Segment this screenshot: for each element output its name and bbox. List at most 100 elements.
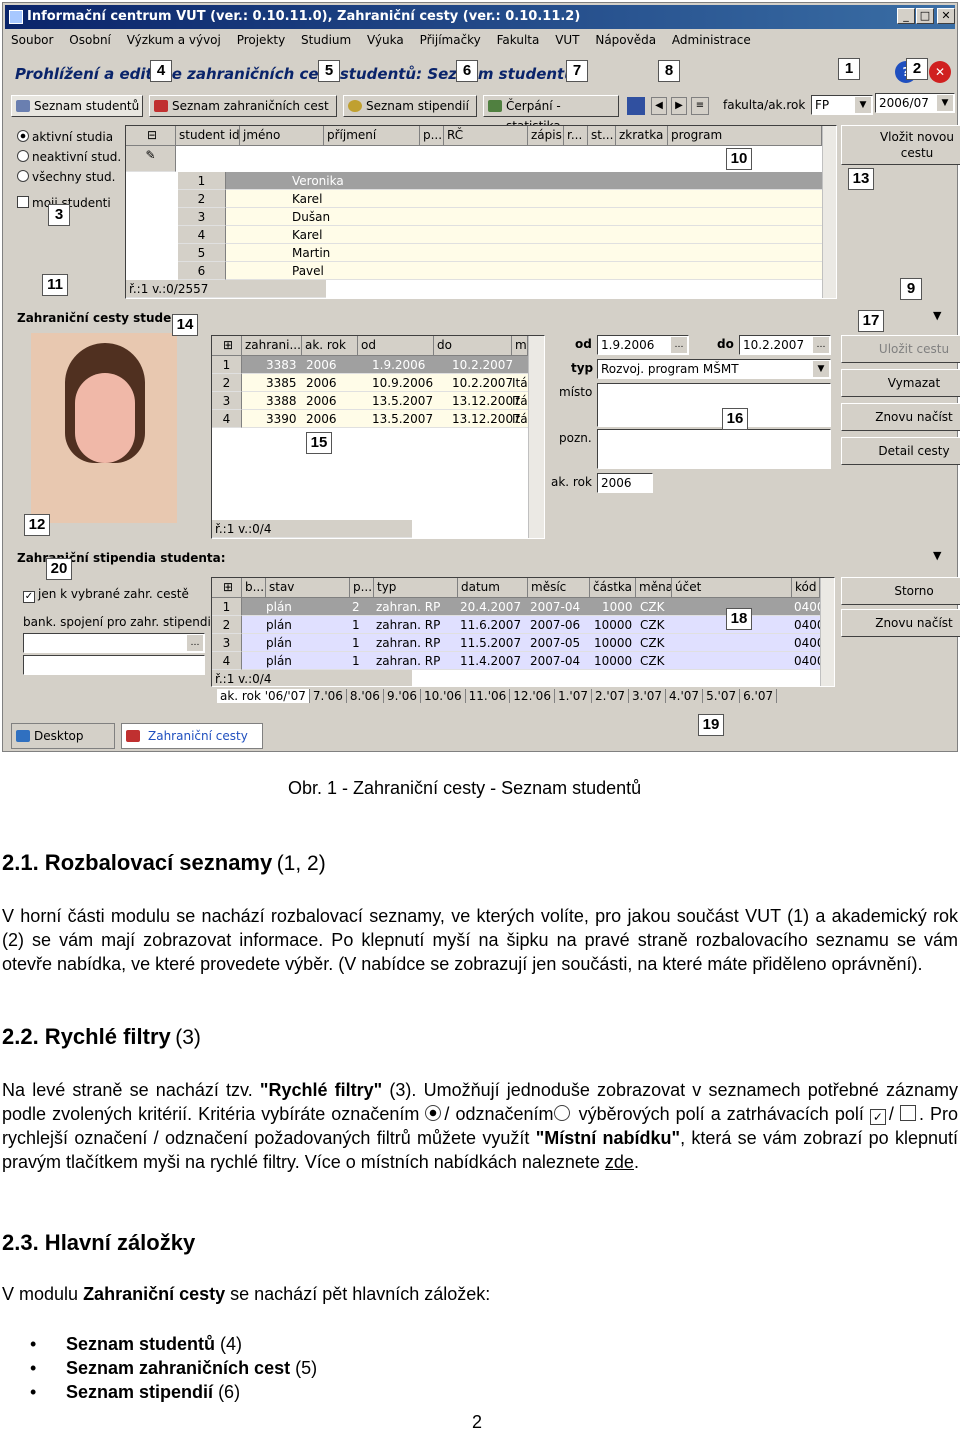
column-header[interactable]: stav	[266, 578, 350, 598]
misto-field[interactable]	[597, 383, 831, 427]
list-icon[interactable]: ≡	[691, 97, 709, 115]
expand-icon[interactable]: ⊞	[212, 336, 242, 356]
menu-item[interactable]: Fakulta	[497, 33, 540, 47]
column-header[interactable]: m	[512, 336, 528, 356]
column-header[interactable]: účet	[672, 578, 792, 598]
menu-item[interactable]: Výzkum a vývoj	[127, 33, 221, 47]
year-select[interactable]: 2006/07 ▼	[875, 93, 955, 113]
maximize-icon[interactable]: □	[916, 8, 934, 24]
row-number[interactable]: 2	[178, 190, 226, 208]
row-number[interactable]: 1	[178, 172, 226, 190]
pozn-field[interactable]	[597, 429, 831, 469]
column-header[interactable]: zahrani...	[242, 336, 302, 356]
menu-item[interactable]: Přijímačky	[420, 33, 481, 47]
menu-item[interactable]: Administrace	[672, 33, 751, 47]
column-header[interactable]: měna	[636, 578, 672, 598]
delete-button[interactable]: Vymazat	[841, 369, 960, 397]
taskbar-zahranicni-cesty[interactable]: Zahraniční cesty	[121, 723, 263, 749]
month-tab[interactable]: 10.'06	[421, 689, 466, 703]
table-row[interactable]: plán 1 zahran. RP 11.5.2007 2007-05 10000 CZK 0…	[242, 634, 820, 652]
table-row[interactable]: Veronika	[226, 172, 822, 190]
table-row[interactable]: 3390 2006 13.5.2007 13.12.2007 Itá	[242, 410, 528, 428]
column-header[interactable]: program	[668, 126, 822, 146]
column-header[interactable]: b...	[242, 578, 266, 598]
column-header[interactable]: typ	[374, 578, 458, 598]
row-number[interactable]: 3	[212, 392, 242, 410]
column-header[interactable]: zkratka	[616, 126, 668, 146]
tab-cerpani[interactable]: Čerpání - statistika	[483, 95, 619, 133]
column-header[interactable]: p...	[420, 126, 444, 146]
next-icon[interactable]: ▶	[671, 97, 687, 115]
month-tab[interactable]: 11.'06	[466, 689, 511, 703]
menu-item[interactable]: Osobní	[69, 33, 111, 47]
table-row[interactable]: Dušan	[226, 208, 822, 226]
trip-detail-button[interactable]: Detail cesty	[841, 437, 960, 465]
column-header[interactable]: student id	[176, 126, 240, 146]
only-selected-checkbox[interactable]: ✓ jen k vybrané zahr. cestě	[23, 587, 189, 603]
taskbar-desktop[interactable]: Desktop	[11, 723, 115, 749]
filter-inactive[interactable]: neaktivní stud.	[17, 147, 121, 167]
export-icon[interactable]	[627, 97, 645, 115]
exit-icon[interactable]: ✕	[929, 61, 951, 83]
column-header[interactable]: měsíc	[528, 578, 590, 598]
typ-select[interactable]: Rozvoj. program MŠMT ▼	[597, 359, 831, 379]
column-header[interactable]: do	[434, 336, 512, 356]
menu-item[interactable]: Nápověda	[595, 33, 656, 47]
row-number[interactable]: 4	[178, 226, 226, 244]
collapse-icon[interactable]: ▼	[933, 309, 941, 322]
bank-extra-field[interactable]	[23, 655, 205, 675]
row-number[interactable]: 3	[178, 208, 226, 226]
zde-link[interactable]: zde	[605, 1152, 634, 1172]
row-number[interactable]: 4	[212, 410, 242, 428]
row-number[interactable]: 1	[212, 356, 242, 374]
column-header[interactable]: r...	[564, 126, 588, 146]
bank-account-field[interactable]: …	[23, 633, 205, 653]
expand-icon[interactable]: ⊞	[212, 578, 242, 598]
month-tab[interactable]: ak. rok '06/'07	[217, 689, 310, 703]
prev-icon[interactable]: ◀	[651, 97, 667, 115]
column-header[interactable]: částka	[590, 578, 636, 598]
column-header[interactable]: od	[358, 336, 434, 356]
month-tab[interactable]: 7.'06	[310, 689, 347, 703]
row-number[interactable]: 6	[178, 262, 226, 280]
do-date-field[interactable]: 10.2.2007…	[739, 335, 831, 355]
close-icon[interactable]: ✕	[937, 8, 955, 24]
month-tab[interactable]: 1.'07	[555, 689, 592, 703]
row-number[interactable]: 1	[212, 598, 242, 616]
vertical-scrollbar[interactable]	[822, 126, 836, 298]
column-header[interactable]: p...	[350, 578, 374, 598]
row-number[interactable]: 5	[178, 244, 226, 262]
column-header[interactable]: příjmení	[324, 126, 420, 146]
menu-item[interactable]: VUT	[555, 33, 579, 47]
row-number[interactable]: 4	[212, 652, 242, 670]
od-date-field[interactable]: 1.9.2006…	[597, 335, 689, 355]
column-header[interactable]: st...	[588, 126, 616, 146]
table-row[interactable]: 3383 2006 1.9.2006 10.2.2007	[242, 356, 528, 374]
table-row[interactable]: Pavel	[226, 262, 822, 280]
vertical-scrollbar[interactable]	[528, 336, 544, 538]
akrok-field[interactable]: 2006	[597, 473, 653, 493]
expand-icon[interactable]: ⊟	[126, 126, 176, 146]
month-tab[interactable]: 2.'07	[592, 689, 630, 703]
table-row[interactable]: 3385 2006 10.9.2006 10.2.2007 Itá	[242, 374, 528, 392]
tab-seznam-stipendii[interactable]: Seznam stipendií	[343, 95, 477, 117]
table-row[interactable]: Martin	[226, 244, 822, 262]
tab-seznam-cest[interactable]: Seznam zahraničních cest	[149, 95, 337, 117]
month-tab[interactable]: 5.'07	[703, 689, 741, 703]
month-tab[interactable]: 3.'07	[629, 689, 667, 703]
table-row[interactable]: 3388 2006 13.5.2007 13.12.2007 Itá	[242, 392, 528, 410]
cancel-button[interactable]: Storno	[841, 577, 960, 605]
column-header[interactable]: jméno	[240, 126, 324, 146]
reload-stipend-button[interactable]: Znovu načíst	[841, 609, 960, 637]
column-header[interactable]: RČ	[444, 126, 528, 146]
filter-active[interactable]: aktivní studia	[17, 127, 121, 147]
row-number[interactable]: 2	[212, 616, 242, 634]
month-tab[interactable]: 8.'06	[347, 689, 384, 703]
reload-button[interactable]: Znovu načíst	[841, 403, 960, 431]
insert-trip-button[interactable]: Vložit novou cestu	[841, 125, 960, 165]
faculty-select[interactable]: FP ▼	[811, 95, 873, 115]
table-row[interactable]: Karel	[226, 190, 822, 208]
table-row[interactable]: Karel	[226, 226, 822, 244]
menu-item[interactable]: Projekty	[237, 33, 286, 47]
filter-all[interactable]: všechny stud.	[17, 167, 121, 187]
